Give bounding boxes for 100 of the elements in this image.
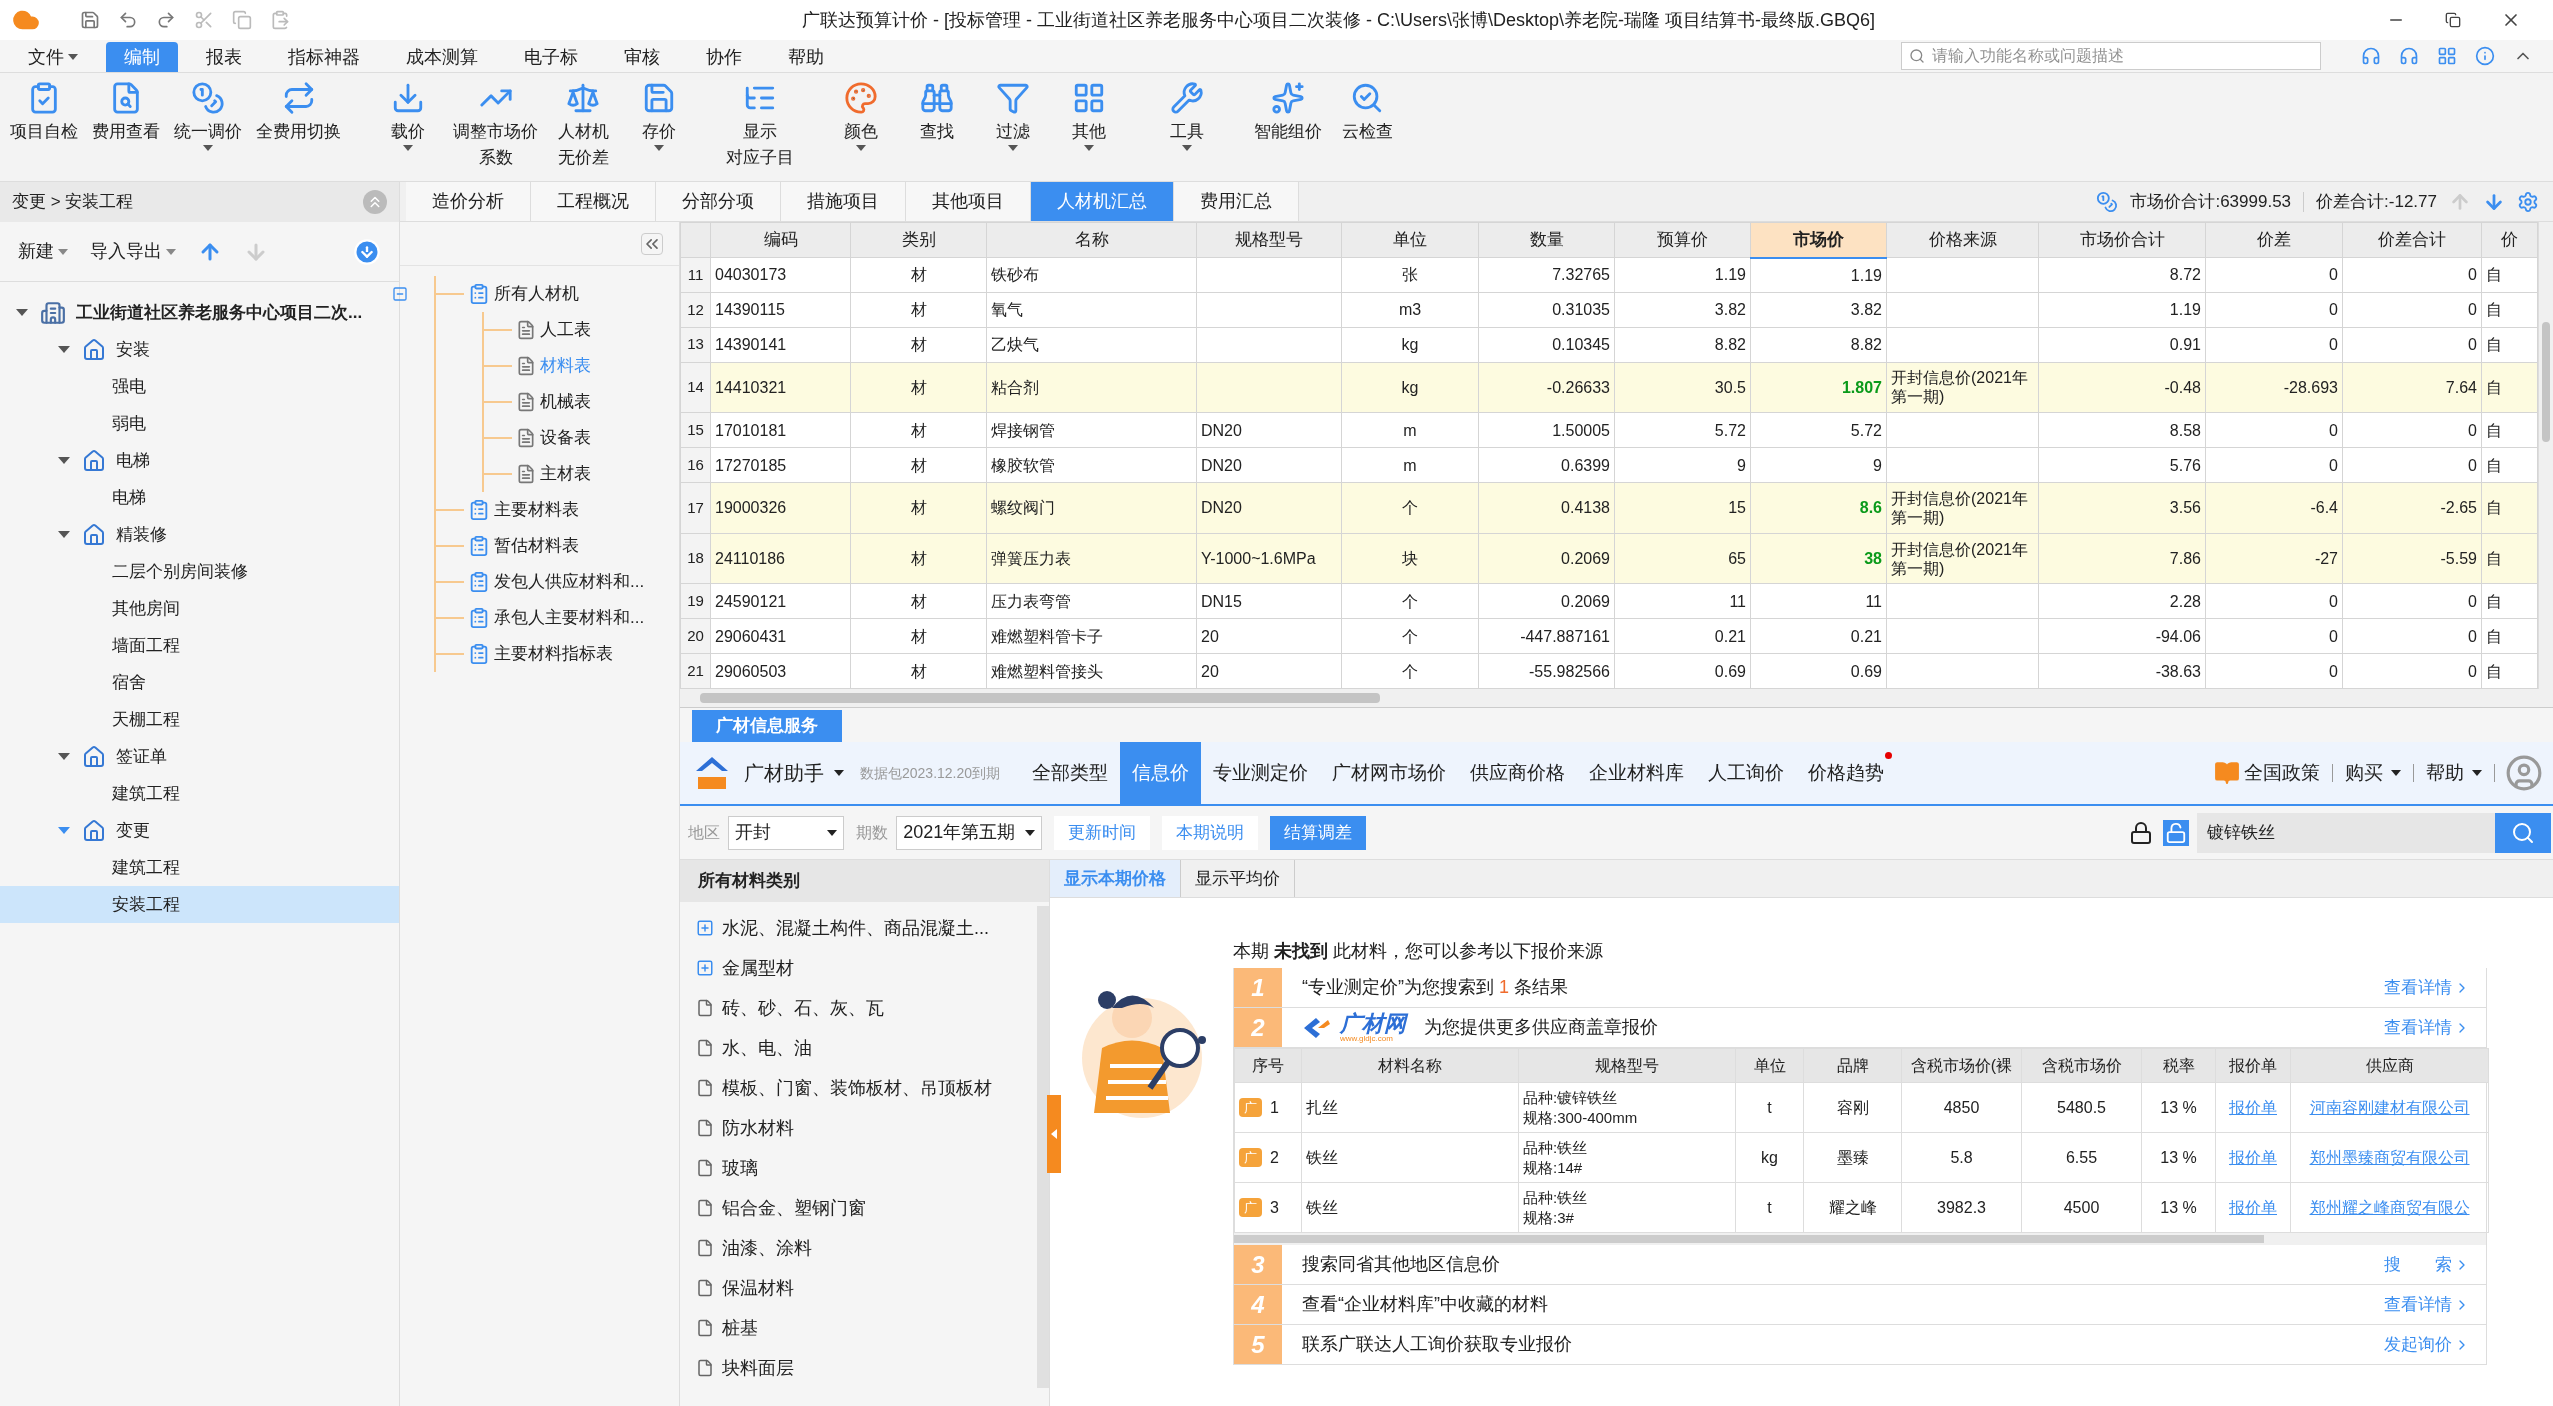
lock-icon[interactable] [2129,820,2153,845]
category-item[interactable]: 水泥、混凝土构件、商品混凝土... [680,908,1037,948]
nav-tab[interactable]: 供应商价格 [1458,742,1578,804]
table-row[interactable]: 19 24590121 材 压力表弯管 DN15 个 0.2069 11 11 2.28 0 0 自 [680,583,2538,619]
redo-icon[interactable] [156,10,176,30]
ribbon-button[interactable]: 人材机 无价差 [552,81,614,171]
table-row[interactable]: 13 14390141 材 乙炔气 kg 0.10345 8.82 8.82 0.91 0 0 自 [680,327,2538,363]
category-item[interactable]: 防水材料 [680,1108,1037,1148]
tree-item[interactable]: 建筑工程 [0,849,399,886]
tab[interactable]: 措施项目 [781,182,906,221]
copy-icon[interactable] [232,10,252,30]
undo-icon[interactable] [118,10,138,30]
collapse-handle[interactable] [1047,1095,1061,1173]
ribbon-button[interactable]: 工具 [1156,81,1218,151]
tree-item[interactable]: 主材表 [540,461,591,487]
tree-item[interactable]: 电梯 [0,479,399,516]
tab[interactable]: 费用汇总 [1174,182,1299,221]
ribbon-button[interactable]: 显示 对应子目 [726,81,794,171]
buy-dropdown[interactable]: 购买 [2333,758,2413,788]
ribbon-button[interactable]: 统一调价 [174,81,242,151]
table-row[interactable]: 12 14390115 材 氧气 m3 0.31035 3.82 3.82 1.19 0 0 自 [680,292,2538,328]
ribbon-button[interactable]: 费用查看 [92,81,160,145]
ribbon-button[interactable]: 载价 [377,81,439,151]
paste-icon[interactable] [270,10,290,30]
tree-item[interactable]: 签证单 [0,738,399,775]
tree-item[interactable]: 电梯 [0,442,399,479]
tree-item[interactable]: 二层个别房间装修 [0,553,399,590]
category-item[interactable]: 水、电、油 [680,1028,1037,1068]
category-item[interactable]: 金属型材 [680,948,1037,988]
tree-item[interactable]: 弱电 [0,405,399,442]
ribbon-button[interactable]: 全费用切换 [256,81,341,145]
column-header[interactable]: 名称 [986,222,1197,258]
tree-item[interactable]: 机械表 [540,389,591,415]
info-icon[interactable] [2475,46,2495,66]
tree-item[interactable]: 安装 [0,331,399,368]
menu-item[interactable]: 协作 [688,42,760,72]
tree-item[interactable]: 变更 [0,812,399,849]
ribbon-button[interactable]: 存价 [628,81,690,151]
tree-item[interactable]: 宿舍 [0,664,399,701]
restore-button[interactable] [2445,12,2461,28]
ribbon-button[interactable]: 调整市场价 系数 [453,81,538,171]
column-header[interactable]: 价格来源 [1886,222,2039,258]
menu-item[interactable]: 成本测算 [388,42,496,72]
search-field[interactable]: 请输入功能名称或问题描述 [1901,42,2321,70]
tree-item[interactable]: 主要材料表 [494,497,579,523]
region-select[interactable]: 开封 [728,815,845,850]
tree-item[interactable]: 精装修 [0,516,399,553]
ribbon-button[interactable]: 其他 [1058,81,1120,151]
save-icon[interactable] [80,10,100,30]
column-header[interactable]: 类别 [850,222,987,258]
ribbon-button[interactable]: 颜色 [830,81,892,151]
period-select[interactable]: 2021年第五期 [896,815,1042,850]
help-dropdown[interactable]: 帮助 [2414,758,2494,788]
tree-item[interactable]: 工业街道社区养老服务中心项目二次... [0,294,399,331]
nav-tab[interactable]: 人工询价 [1696,742,1797,804]
avatar-icon[interactable] [2505,754,2543,792]
tree-item[interactable]: 安装工程 [0,886,399,923]
category-item[interactable]: 模板、门窗、装饰板材、吊顶板材 [680,1068,1037,1108]
ribbon-button[interactable]: 云检查 [1336,81,1398,145]
tree-item[interactable]: 建筑工程 [0,775,399,812]
tree-item[interactable]: 设备表 [540,425,591,451]
column-header[interactable]: 预算价 [1614,222,1751,258]
nav-tab[interactable]: 企业材料库 [1577,742,1697,804]
cut-icon[interactable] [194,10,214,30]
apps-icon[interactable] [2437,46,2457,66]
tree-item[interactable]: 所有人材机 [494,281,579,307]
tree-item[interactable]: 墙面工程 [0,627,399,664]
tab[interactable]: 造价分析 [406,182,531,221]
menu-item[interactable]: 帮助 [770,42,842,72]
category-item[interactable]: 块料面层 [680,1348,1037,1388]
category-item[interactable]: 玻璃 [680,1148,1037,1188]
nav-tab[interactable]: 全部类型 [1020,742,1121,804]
tree-item[interactable]: 天棚工程 [0,701,399,738]
tree-item[interactable]: 发包人供应材料和... [494,569,645,595]
table-row[interactable]: 20 29060431 材 难燃塑料管卡子 20 个 -447.887161 0.21 0.21 -94.06 0 0 自 [680,618,2538,654]
column-header[interactable]: 数量 [1478,222,1615,258]
headset-icon[interactable] [2361,46,2381,66]
table-row[interactable]: 16 17270185 材 橡胶软管 DN20 m 0.6399 9 9 5.76 0 0 自 [680,447,2538,483]
nav-tab[interactable]: 专业测定价 [1201,742,1321,804]
download-icon[interactable] [353,237,381,266]
material-search-field[interactable]: 镀锌铁丝 [2197,812,2495,853]
column-settings-icon[interactable] [2517,190,2539,213]
table-row[interactable]: 21 29060503 材 难燃塑料管接头 20 个 -55.982566 0.69 0.69 -38.63 0 0 自 [680,653,2538,689]
tree-item[interactable]: 主要材料指标表 [494,641,613,667]
tab[interactable]: 分部分项 [656,182,781,221]
column-header[interactable]: 市场价合计 [2038,222,2206,258]
tab[interactable]: 其他项目 [906,182,1031,221]
category-item[interactable]: 桩基 [680,1308,1037,1348]
toolbar-button[interactable]: 新建 [18,238,68,265]
menu-item[interactable]: 电子标 [506,42,596,72]
column-header[interactable]: 价差 [2205,222,2343,258]
support-icon[interactable] [2399,46,2419,66]
tree-item[interactable]: 暂估材料表 [494,533,579,559]
collapse-panel-icon[interactable] [641,232,663,255]
ribbon-button[interactable]: 查找 [906,81,968,145]
category-item[interactable]: 砖、砂、石、灰、瓦 [680,988,1037,1028]
nav-tab[interactable]: 价格趋势 [1796,742,1897,804]
category-item[interactable]: 保温材料 [680,1268,1037,1308]
toolbar-button[interactable]: 导入导出 [90,238,176,265]
table-row[interactable]: 15 17010181 材 焊接钢管 DN20 m 1.50005 5.72 5.72 8.58 0 0 自 [680,412,2538,448]
